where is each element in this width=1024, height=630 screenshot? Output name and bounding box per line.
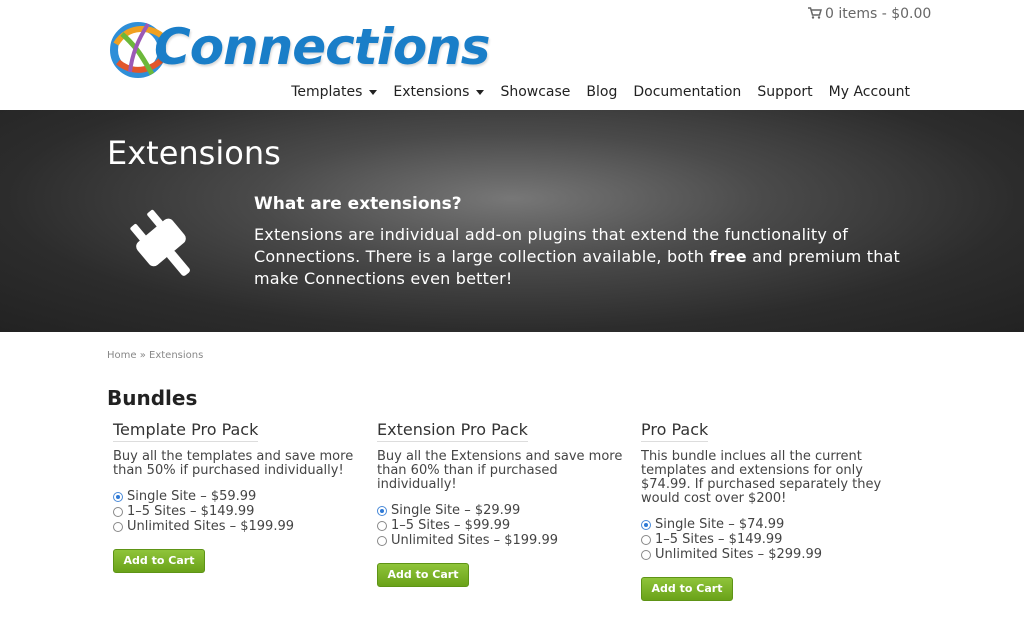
nav-item-documentation[interactable]: Documentation <box>625 84 749 100</box>
license-options: Single Site – $59.99 1–5 Sites – $149.99… <box>113 489 363 534</box>
bundle-title: Pro Pack <box>641 420 709 442</box>
license-option[interactable]: Single Site – $59.99 <box>113 489 363 504</box>
site-logo[interactable]: Connections <box>108 14 491 82</box>
license-option[interactable]: 1–5 Sites – $99.99 <box>377 518 627 533</box>
nav-item-templates[interactable]: Templates <box>283 84 385 100</box>
radio-selected[interactable] <box>641 519 651 530</box>
license-option[interactable]: Unlimited Sites – $199.99 <box>113 519 363 534</box>
add-to-cart-button[interactable]: Add to Cart <box>641 577 733 601</box>
bundle-description: Buy all the Extensions and save more tha… <box>377 449 623 492</box>
radio[interactable] <box>641 549 651 560</box>
hero-question: What are extensions? <box>254 194 462 214</box>
site-header: Connections 0 items - $0.00 Templates Ex… <box>0 0 1024 110</box>
radio[interactable] <box>377 520 387 531</box>
page-title: Extensions <box>107 134 281 172</box>
radio-selected[interactable] <box>377 505 387 516</box>
add-to-cart-button[interactable]: Add to Cart <box>113 549 205 573</box>
nav-item-showcase[interactable]: Showcase <box>492 84 578 100</box>
bundle-extension-pro-pack: Extension Pro Pack Buy all the Extension… <box>377 420 627 587</box>
shopping-cart-icon <box>808 7 822 19</box>
bundles-heading: Bundles <box>107 386 198 410</box>
breadcrumb[interactable]: Home » Extensions <box>107 350 203 361</box>
chevron-down-icon <box>369 89 378 95</box>
license-option[interactable]: Single Site – $74.99 <box>641 517 891 532</box>
bundle-pro-pack: Pro Pack This bundle inclues all the cur… <box>641 420 891 601</box>
bundle-title: Extension Pro Pack <box>377 420 528 442</box>
hero-description: Extensions are individual add-on plugins… <box>254 225 901 288</box>
radio[interactable] <box>113 521 123 532</box>
plug-icon <box>130 209 190 276</box>
license-options: Single Site – $74.99 1–5 Sites – $149.99… <box>641 517 891 562</box>
radio[interactable] <box>113 506 123 517</box>
bundle-template-pro-pack: Template Pro Pack Buy all the templates … <box>113 420 363 573</box>
cart-text: 0 items - $0.00 <box>825 6 932 22</box>
license-options: Single Site – $29.99 1–5 Sites – $99.99 … <box>377 503 627 548</box>
radio-selected[interactable] <box>113 491 123 502</box>
license-option[interactable]: Unlimited Sites – $199.99 <box>377 533 627 548</box>
bundle-title: Template Pro Pack <box>113 420 259 442</box>
license-option[interactable]: Unlimited Sites – $299.99 <box>641 547 891 562</box>
bundle-description: This bundle inclues all the current temp… <box>641 449 882 506</box>
license-option[interactable]: 1–5 Sites – $149.99 <box>641 532 891 547</box>
bundle-description: Buy all the templates and save more than… <box>113 449 354 478</box>
nav-item-my-account[interactable]: My Account <box>821 84 910 100</box>
license-option[interactable]: Single Site – $29.99 <box>377 503 627 518</box>
cart-summary[interactable]: 0 items - $0.00 <box>808 6 931 22</box>
license-option[interactable]: 1–5 Sites – $149.99 <box>113 504 363 519</box>
radio[interactable] <box>377 535 387 546</box>
hero-banner: Extensions What are extensions? Extensio… <box>0 110 1024 332</box>
radio[interactable] <box>641 534 651 545</box>
nav-item-support[interactable]: Support <box>749 84 820 100</box>
nav-item-blog[interactable]: Blog <box>578 84 625 100</box>
chevron-down-icon <box>476 89 485 95</box>
add-to-cart-button[interactable]: Add to Cart <box>377 563 469 587</box>
logo-text: Connections <box>154 18 491 76</box>
nav-item-extensions[interactable]: Extensions <box>385 84 492 100</box>
main-nav: Templates Extensions Showcase Blog Docum… <box>283 84 910 100</box>
